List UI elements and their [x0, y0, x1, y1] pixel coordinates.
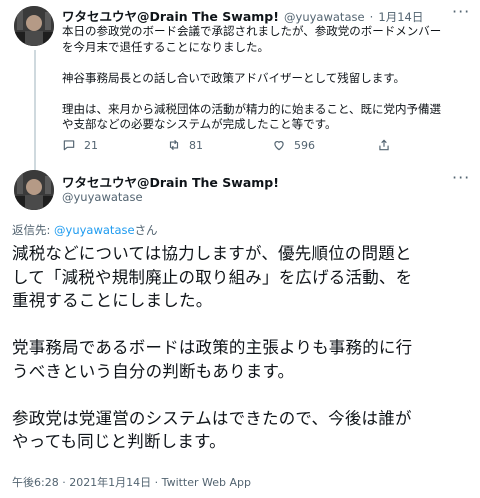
like-count: 596	[294, 138, 315, 152]
retweet-button[interactable]: 81	[167, 138, 272, 152]
more-icon[interactable]: ···	[452, 168, 470, 187]
reply-button[interactable]: 21	[62, 138, 167, 152]
author-name[interactable]: ワタセユウヤ@Drain The Swamp!	[62, 9, 279, 24]
reply-suffix: さん	[134, 223, 158, 237]
more-icon[interactable]: ···	[452, 2, 470, 21]
author-name[interactable]: ワタセユウヤ@Drain The Swamp!	[62, 172, 279, 191]
like-button[interactable]: 596	[272, 138, 377, 152]
replying-to: 返信先: @yuyawataseさん	[12, 222, 158, 238]
avatar[interactable]	[14, 6, 54, 46]
author-handle[interactable]: @yuyawatase	[284, 10, 365, 24]
thread-line	[34, 50, 36, 172]
heart-icon	[274, 141, 284, 151]
tweet-date[interactable]: 1月14日	[378, 10, 423, 24]
reply-handle-link[interactable]: @yuyawatase	[54, 223, 135, 237]
tweet1-actions: 21 81 596	[62, 138, 462, 152]
reply-count: 21	[84, 138, 98, 152]
share-button[interactable]	[377, 138, 391, 152]
tweet-timestamp[interactable]: 午後6:28 · 2021年1月14日 · Twitter Web App	[12, 474, 251, 490]
tweet1-text: 本日の参政党のボード会議で承認されましたが、参政党のボードメンバー を今月末で退…	[62, 24, 442, 131]
share-icon	[379, 139, 389, 151]
reply-icon	[63, 140, 75, 151]
retweet-icon	[169, 139, 179, 151]
avatar[interactable]	[14, 170, 54, 210]
author-handle[interactable]: @yuyawatase	[62, 190, 143, 204]
retweet-count: 81	[189, 138, 203, 152]
date-separator: ·	[369, 10, 374, 24]
tweet2-text: 減税などについては協力しますが、優先順位の問題と して「減税や規制廃止の取り組み…	[12, 244, 413, 451]
reply-prefix: 返信先:	[12, 223, 55, 237]
tweet1-header: ワタセユウヤ@Drain The Swamp! @yuyawatase · 1月…	[62, 6, 423, 25]
